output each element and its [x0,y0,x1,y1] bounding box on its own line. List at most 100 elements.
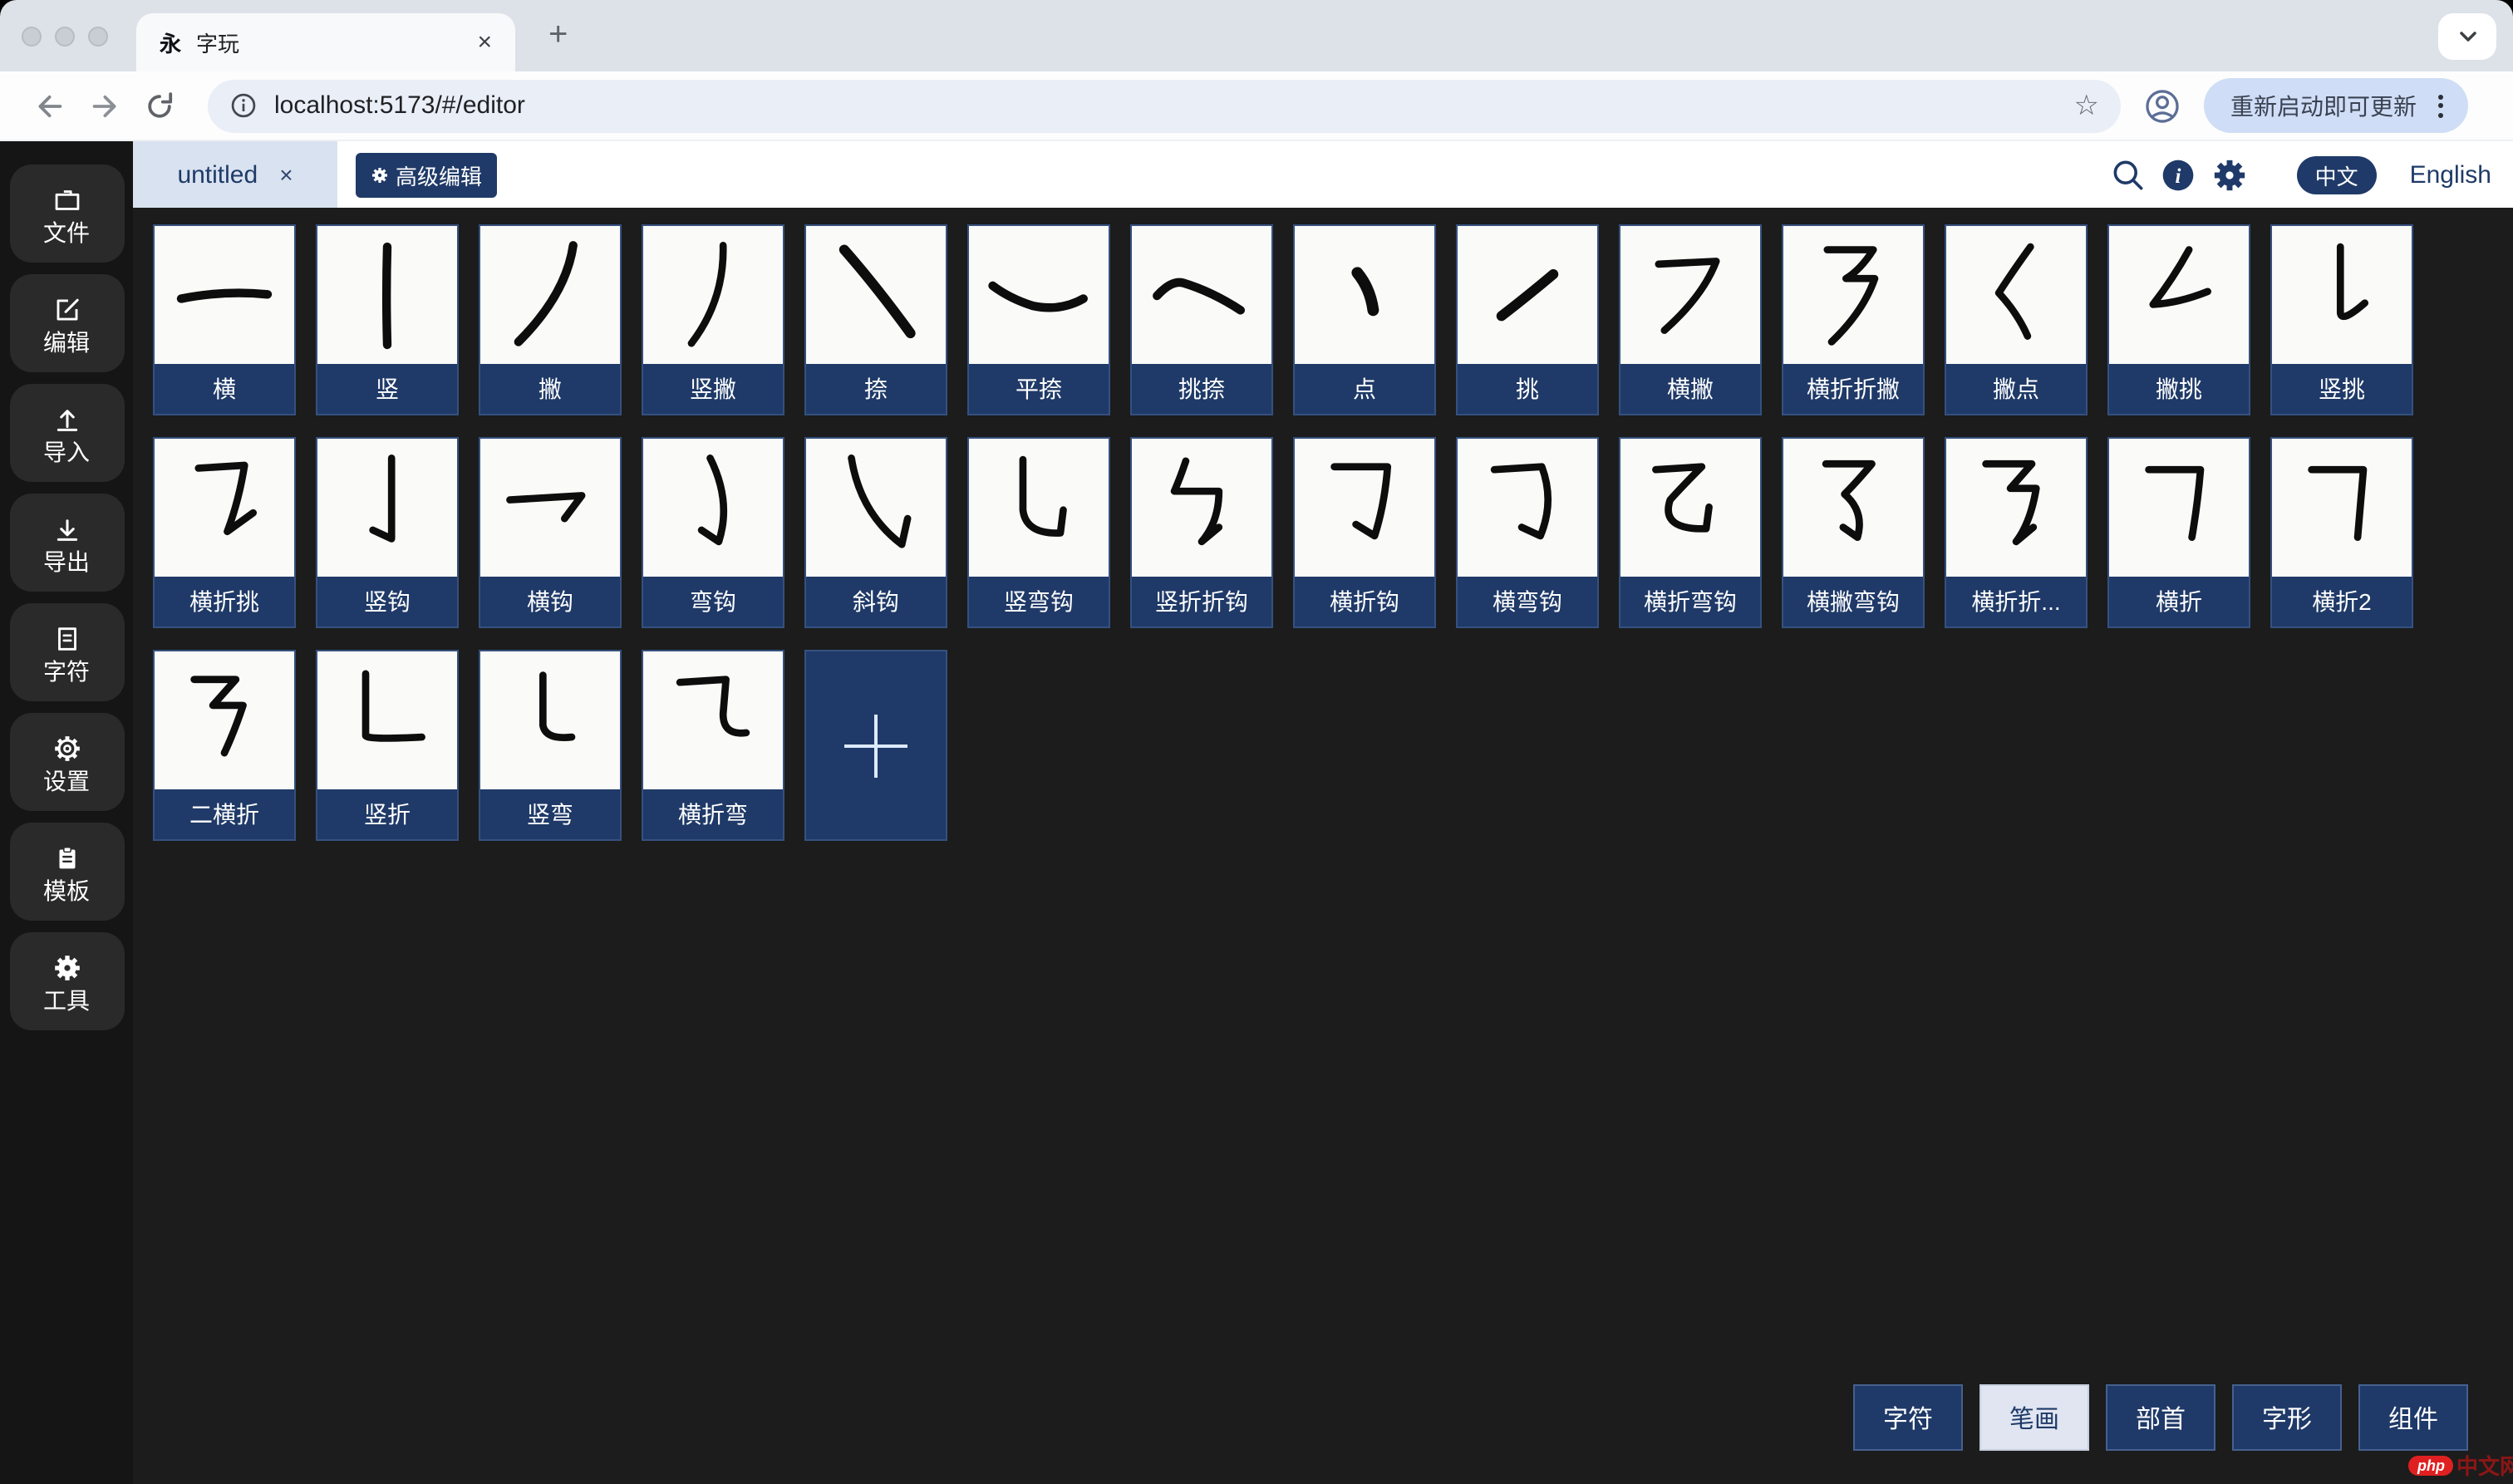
minimize-window-button[interactable] [55,26,75,46]
stroke-card[interactable]: 横撇 [1619,224,1762,415]
advanced-edit-button[interactable]: 高级编辑 [356,152,497,197]
stroke-card[interactable]: 横折弯 [642,650,784,841]
stroke-card[interactable]: 挑捺 [1130,224,1273,415]
stroke-glyph [480,226,620,364]
stroke-label: 挑 [1458,364,1597,414]
url-text[interactable]: localhost:5173/#/editor [274,91,2058,120]
sidebar-item-export[interactable]: 导出 [9,494,124,592]
sidebar-item-import[interactable]: 导入 [9,384,124,482]
stroke-card[interactable]: 横弯钩 [1456,437,1599,628]
info-icon[interactable]: i [2161,157,2196,192]
tab-close-icon[interactable]: × [470,28,499,57]
stroke-card[interactable]: 撇 [479,224,622,415]
stroke-glyph [643,651,783,789]
stroke-card[interactable]: 竖钩 [316,437,459,628]
reload-button[interactable] [131,78,186,133]
stroke-glyph [1783,439,1923,577]
bookmark-star-icon[interactable]: ☆ [2074,89,2100,122]
sidebar-item-label: 模板 [43,878,90,902]
stroke-card[interactable]: 横折弯钩 [1619,437,1762,628]
sidebar-item-file[interactable]: 文件 [9,165,124,263]
stroke-glyph [480,651,620,789]
browser-tab[interactable]: 永 字玩 × [136,13,515,71]
stroke-card[interactable]: 竖撇 [642,224,784,415]
stroke-card[interactable]: 竖折 [316,650,459,841]
stroke-glyph [1783,226,1923,364]
sidebar-item-settings[interactable]: 设置 [9,713,124,811]
tab-components[interactable]: 组件 [2358,1384,2468,1451]
forward-button[interactable] [76,78,131,133]
add-stroke-card[interactable] [804,650,947,841]
stroke-card[interactable]: 点 [1293,224,1436,415]
back-button[interactable] [22,78,76,133]
stroke-card[interactable]: 竖弯 [479,650,622,841]
stroke-card[interactable]: 挑 [1456,224,1599,415]
tools-gear-icon [51,951,82,983]
stroke-card[interactable]: 横折挑 [153,437,296,628]
stroke-glyph [643,226,783,364]
stroke-card[interactable]: 横折 [2107,437,2250,628]
stroke-card[interactable]: 撇挑 [2107,224,2250,415]
address-bar[interactable]: localhost:5173/#/editor ☆ [208,79,2121,132]
stroke-card[interactable]: 横 [153,224,296,415]
stroke-card[interactable]: 竖挑 [2270,224,2413,415]
sidebar-item-label: 导入 [43,440,90,463]
tab-glyphs[interactable]: 字形 [2232,1384,2342,1451]
stroke-label: 横折弯 [643,789,783,839]
search-icon[interactable] [2111,157,2146,192]
stroke-label: 横折 [2109,577,2249,627]
stroke-label: 横折折... [1946,577,2086,627]
lang-toggle-zh[interactable]: 中文 [2297,155,2377,194]
stroke-card[interactable]: 平捺 [967,224,1110,415]
stroke-card[interactable]: 捺 [804,224,947,415]
tab-search-button[interactable] [2438,13,2496,60]
stroke-label: 竖弯 [480,789,620,839]
tab-characters[interactable]: 字符 [1853,1384,1963,1451]
stroke-card[interactable]: 竖弯钩 [967,437,1110,628]
stroke-card[interactable]: 竖 [316,224,459,415]
profile-avatar-button[interactable] [2134,77,2191,134]
sidebar-item-characters[interactable]: 字符 [9,603,124,701]
stroke-card[interactable]: 横折2 [2270,437,2413,628]
stroke-label: 平捺 [969,364,1109,414]
stroke-glyph [1295,226,1434,364]
stroke-label: 弯钩 [643,577,783,627]
stroke-card[interactable]: 竖折折钩 [1130,437,1273,628]
sidebar-item-edit[interactable]: 编辑 [9,274,124,372]
stroke-card[interactable]: 横折折撇 [1782,224,1925,415]
tab-strokes[interactable]: 笔画 [1979,1384,2089,1451]
back-icon [32,89,66,122]
sidebar-item-label: 工具 [43,988,90,1011]
stroke-card[interactable]: 弯钩 [642,437,784,628]
lang-toggle-en[interactable]: English [2410,160,2491,189]
bottom-tab-bar: 字符 笔画 部首 字形 组件 [1853,1384,2468,1451]
settings-gear-icon [51,732,82,764]
document-tab[interactable]: untitled × [133,141,337,208]
settings-icon[interactable] [2211,155,2249,194]
kebab-menu-icon[interactable] [2435,91,2447,120]
stroke-card[interactable]: 横折钩 [1293,437,1436,628]
stroke-glyph [806,226,946,364]
document-tab-close-icon[interactable]: × [279,161,293,188]
stroke-glyph [1132,226,1271,364]
main-panel: untitled × 高级编辑 [133,141,2513,1484]
sidebar-item-tools[interactable]: 工具 [9,932,124,1030]
header-icons: i [2111,155,2249,194]
editor-content: 横 竖 [133,208,2513,1484]
stroke-label: 横折折撇 [1783,364,1923,414]
new-tab-button[interactable]: + [548,17,568,55]
stroke-card[interactable]: 横折折... [1945,437,2088,628]
stroke-card[interactable]: 横撇弯钩 [1782,437,1925,628]
stroke-card[interactable]: 撇点 [1945,224,2088,415]
stroke-card[interactable]: 斜钩 [804,437,947,628]
stroke-glyph [1458,439,1597,577]
tab-radicals[interactable]: 部首 [2106,1384,2215,1451]
site-info-icon[interactable] [229,91,258,120]
close-window-button[interactable] [22,26,42,46]
stroke-card[interactable]: 二横折 [153,650,296,841]
stroke-card[interactable]: 横钩 [479,437,622,628]
sidebar-item-templates[interactable]: 模板 [9,823,124,921]
stroke-glyph [969,226,1109,364]
update-chrome-button[interactable]: 重新启动即可更新 [2204,78,2468,133]
zoom-window-button[interactable] [88,26,108,46]
